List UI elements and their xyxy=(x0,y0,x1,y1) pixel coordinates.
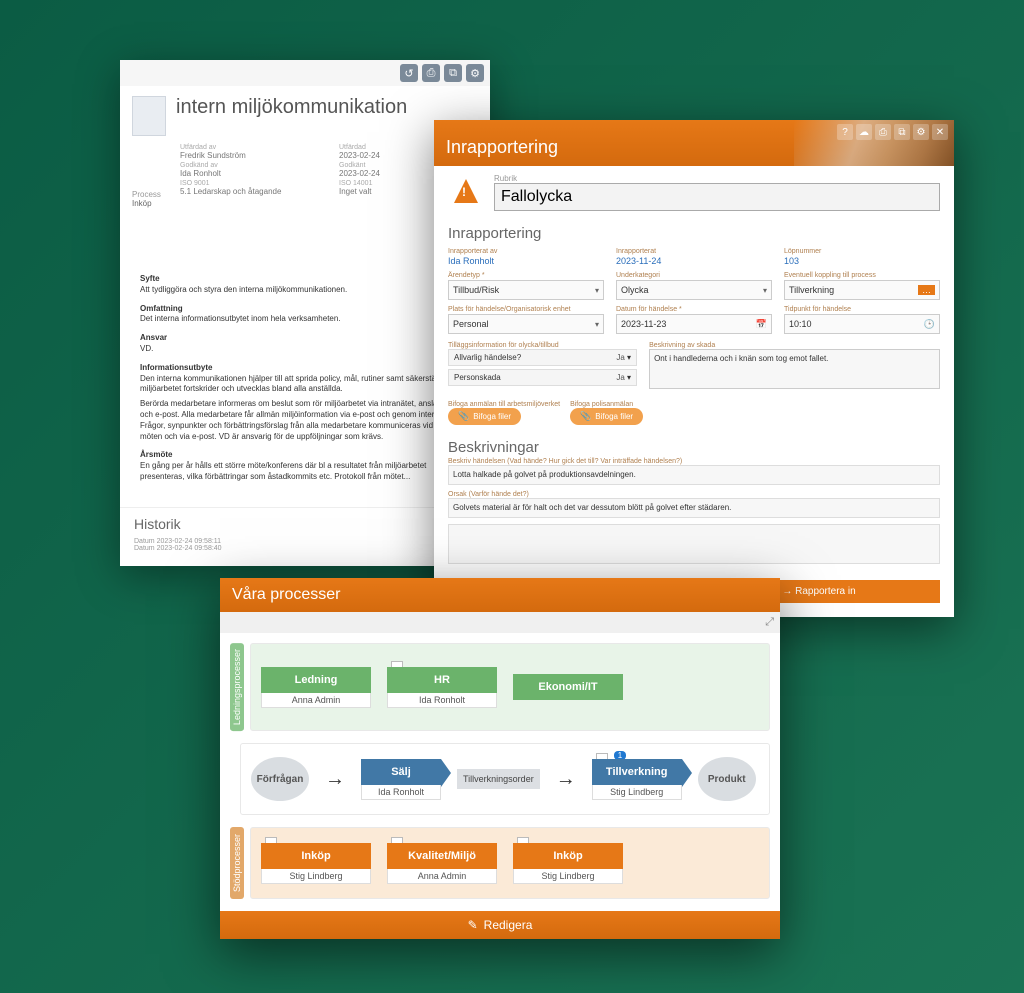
process-box-salj[interactable]: Sälj Ida Ronholt xyxy=(361,759,441,800)
copy-icon[interactable]: ⧉ xyxy=(444,64,462,82)
support-lane: Inköp Stig Lindberg Kvalitet/Miljö Anna … xyxy=(250,827,770,899)
event-description-input[interactable]: Lotta halkade på golvet på produktionsav… xyxy=(448,465,940,485)
process-box-kvalitet[interactable]: Kvalitet/Miljö Anna Admin xyxy=(387,843,497,884)
serial-number: 103 xyxy=(784,256,940,266)
process-link-select[interactable]: Tillverkning… xyxy=(784,280,940,300)
gear-icon[interactable]: ⚙ xyxy=(913,124,929,140)
process-box-ledning[interactable]: Ledning Anna Admin xyxy=(261,667,371,708)
print-icon[interactable]: ⎙ xyxy=(422,64,440,82)
process-box-tillverkning[interactable]: 1 Tillverkning Stig Lindberg xyxy=(592,759,682,800)
expand-icon[interactable]: ⤢ xyxy=(220,612,780,633)
report-title: Inrapportering xyxy=(446,137,558,158)
cloud-icon[interactable]: ☁ xyxy=(856,124,872,140)
process-box-inkop-2[interactable]: Inköp Stig Lindberg xyxy=(513,843,623,884)
report-header: ? ☁ ⎙ ⧉ ⚙ ✕ Inrapportering xyxy=(434,120,954,166)
help-icon[interactable]: ? xyxy=(837,124,853,140)
edit-icon: ✎ xyxy=(468,918,478,932)
cause-input[interactable]: Golvets material är för halt och det var… xyxy=(448,498,940,518)
reported-date: 2023-11-24 xyxy=(616,256,772,266)
attach-button-1[interactable]: Bifoga filer xyxy=(448,408,521,425)
location-select[interactable]: Personal▾ xyxy=(448,314,604,334)
history-icon[interactable]: ↺ xyxy=(400,64,418,82)
processes-title: Våra processer xyxy=(220,578,780,612)
attach-button-2[interactable]: Bifoga filer xyxy=(570,408,643,425)
lane-label-management: Ledningsprocesser xyxy=(230,643,244,731)
processes-window: Våra processer ⤢ Ledningsprocesser Ledni… xyxy=(220,578,780,939)
section-descriptions: Beskrivningar xyxy=(434,433,954,458)
process-box-hr[interactable]: HR Ida Ronholt xyxy=(387,667,497,708)
doc-toolbar: ↺ ⎙ ⧉ ⚙ xyxy=(120,60,490,86)
injury-description-textarea[interactable]: Ont i handlederna och i knän som tog emo… xyxy=(649,349,940,389)
main-flow-lane: Förfrågan → Sälj Ida Ronholt Tillverknin… xyxy=(240,743,770,815)
rubrik-input[interactable] xyxy=(494,183,940,211)
warning-cone-icon xyxy=(448,175,484,211)
report-toolbar: ? ☁ ⎙ ⧉ ⚙ ✕ xyxy=(837,124,948,140)
arrow-icon: → xyxy=(556,768,576,791)
process-box-ekonomi[interactable]: Ekonomi/IT xyxy=(513,674,623,700)
event-date-input[interactable]: 2023-11-23📅 xyxy=(616,314,772,334)
report-window: ? ☁ ⎙ ⧉ ⚙ ✕ Inrapportering Rubrik Inrapp… xyxy=(434,120,954,617)
rubrik-label: Rubrik xyxy=(494,174,940,183)
event-time-input[interactable]: 10:10🕒 xyxy=(784,314,940,334)
flow-order[interactable]: Tillverkningsorder xyxy=(457,769,540,789)
extra-textarea[interactable] xyxy=(448,524,940,564)
report-form-grid: Inrapporterat av Ida Ronholt Inrapporter… xyxy=(434,244,954,342)
serious-event-select[interactable]: Allvarlig händelse? Ja ▾ xyxy=(448,349,637,366)
rubrik-row: Rubrik xyxy=(434,166,954,219)
process-box-inkop-1[interactable]: Inköp Stig Lindberg xyxy=(261,843,371,884)
case-type-select[interactable]: Tillbud/Risk▾ xyxy=(448,280,604,300)
copy-icon[interactable]: ⧉ xyxy=(894,124,910,140)
arrow-icon: → xyxy=(325,768,345,791)
close-icon[interactable]: ✕ xyxy=(932,124,948,140)
document-title: intern miljökommunikation xyxy=(176,96,407,119)
section-inrapportering: Inrapportering xyxy=(434,219,954,244)
reported-by-link[interactable]: Ida Ronholt xyxy=(448,256,604,266)
document-icon xyxy=(132,96,166,136)
lane-label-support: Stödprocesser xyxy=(230,827,244,899)
management-lane: Ledning Anna Admin HR Ida Ronholt Ekonom… xyxy=(250,643,770,731)
personal-injury-select[interactable]: Personskada Ja ▾ xyxy=(448,369,637,386)
print-icon[interactable]: ⎙ xyxy=(875,124,891,140)
edit-button[interactable]: ✎Redigera xyxy=(220,911,780,939)
gear-icon[interactable]: ⚙ xyxy=(466,64,484,82)
subcategory-select[interactable]: Olycka▾ xyxy=(616,280,772,300)
process-label: Process Inköp xyxy=(132,190,161,208)
flow-end[interactable]: Produkt xyxy=(698,757,756,801)
flow-start[interactable]: Förfrågan xyxy=(251,757,309,801)
